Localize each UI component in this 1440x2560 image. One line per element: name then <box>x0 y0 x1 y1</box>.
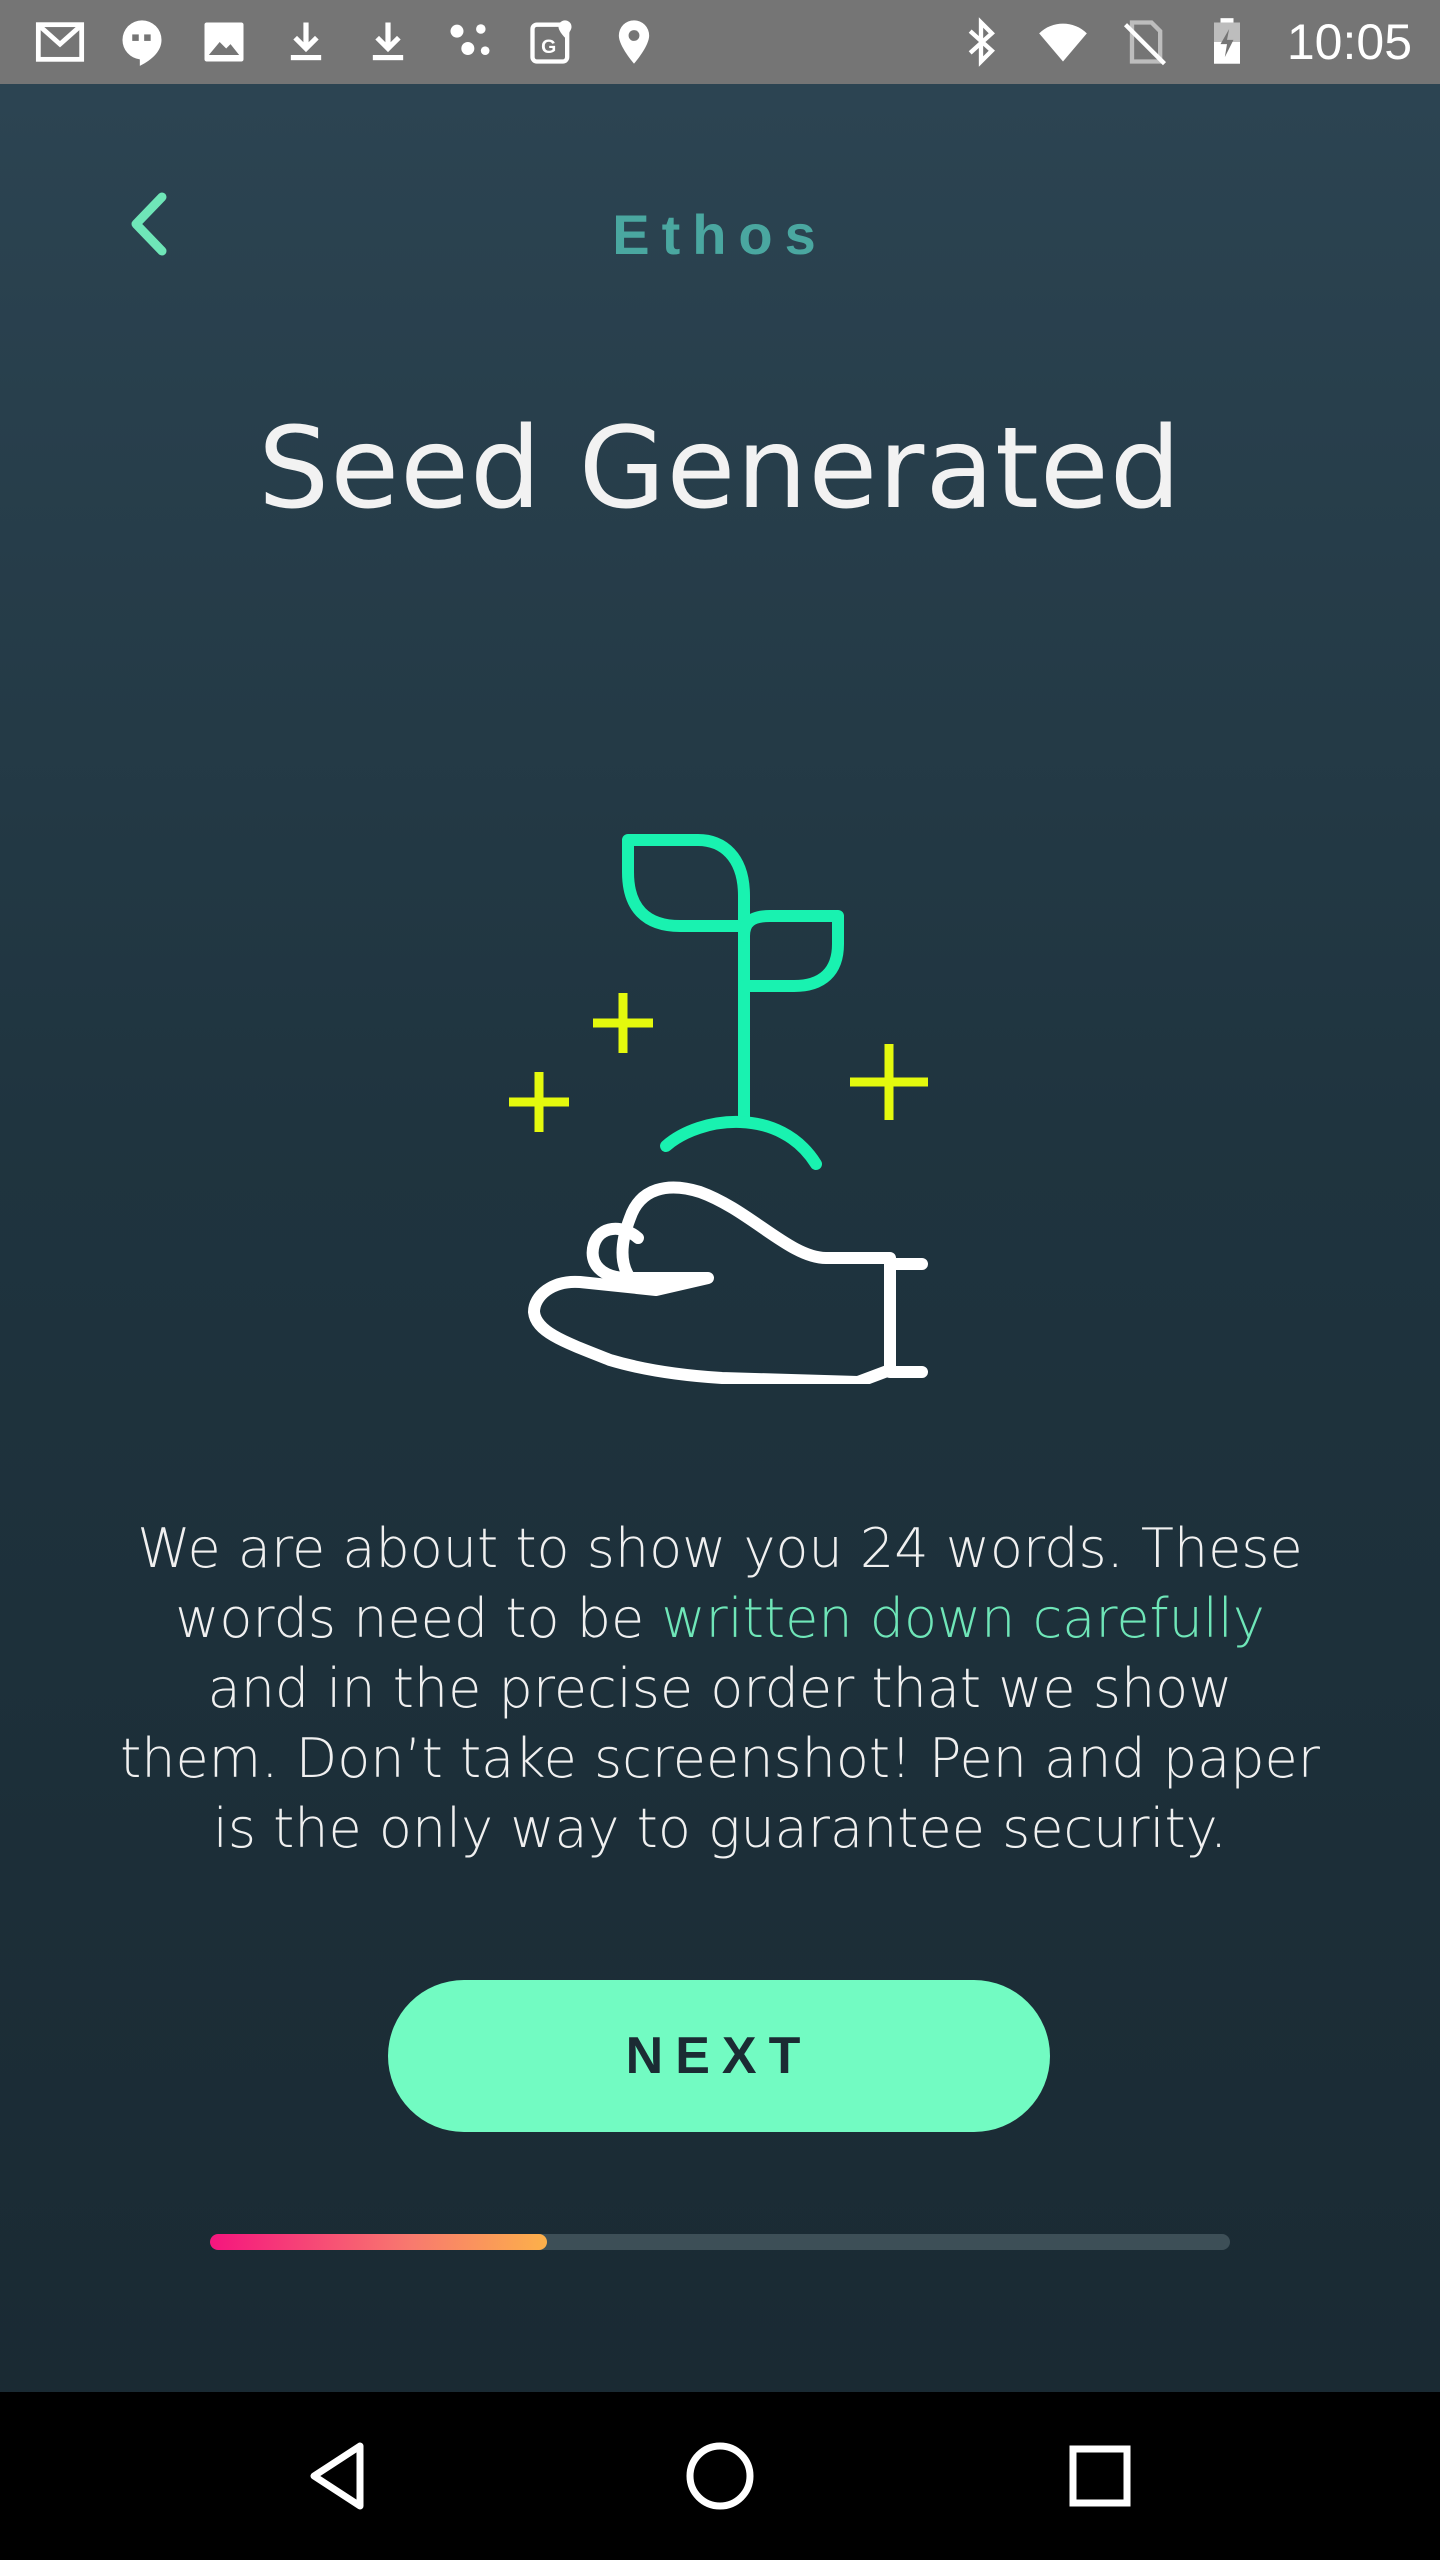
hangouts-icon <box>114 14 170 70</box>
onboarding-progress-bar <box>210 2234 1230 2250</box>
triangle-back-icon <box>310 2442 364 2510</box>
download-icon <box>360 14 416 70</box>
battery-icon <box>1199 14 1255 70</box>
download-icon <box>278 14 334 70</box>
circle-home-icon <box>686 2442 754 2510</box>
wifi-icon <box>1035 14 1091 70</box>
next-button-label: NEXT <box>625 2027 813 2085</box>
status-bar-notifications: G <box>32 14 662 70</box>
status-bar-system: 10:05 <box>953 13 1412 71</box>
onboarding-screen: Ethos Seed Generated We are about to sho… <box>0 84 1440 2392</box>
system-navigation-bar <box>0 2392 1440 2560</box>
instructions-text: We are about to show you 24 words. These… <box>120 1514 1320 1864</box>
status-time: 10:05 <box>1286 14 1412 70</box>
svg-text:G: G <box>541 36 556 58</box>
dots-icon <box>442 14 498 70</box>
location-pin-icon <box>606 14 662 70</box>
seedling-illustration <box>490 744 950 1388</box>
no-sim-icon <box>1117 14 1173 70</box>
instructions-text-end: and in the precise order that we show th… <box>120 1657 1320 1860</box>
instructions-highlight: written down carefully <box>661 1587 1265 1650</box>
page-title: Seed Generated <box>258 404 1182 534</box>
nav-home-button[interactable] <box>660 2416 780 2536</box>
photos-icon <box>196 14 252 70</box>
gmail-icon <box>32 14 88 70</box>
bluetooth-icon <box>953 14 1009 70</box>
status-bar: G 10:05 <box>0 0 1440 84</box>
nav-recents-button[interactable] <box>1040 2416 1160 2536</box>
next-button[interactable]: NEXT <box>388 1980 1050 2132</box>
nav-back-button[interactable] <box>280 2416 400 2536</box>
app-title: Ethos <box>612 203 828 266</box>
hand-holding-seedling-icon <box>509 834 928 1388</box>
progress-fill <box>210 2234 547 2250</box>
square-recents-icon <box>1069 2445 1131 2507</box>
maps-icon: G <box>524 14 580 70</box>
